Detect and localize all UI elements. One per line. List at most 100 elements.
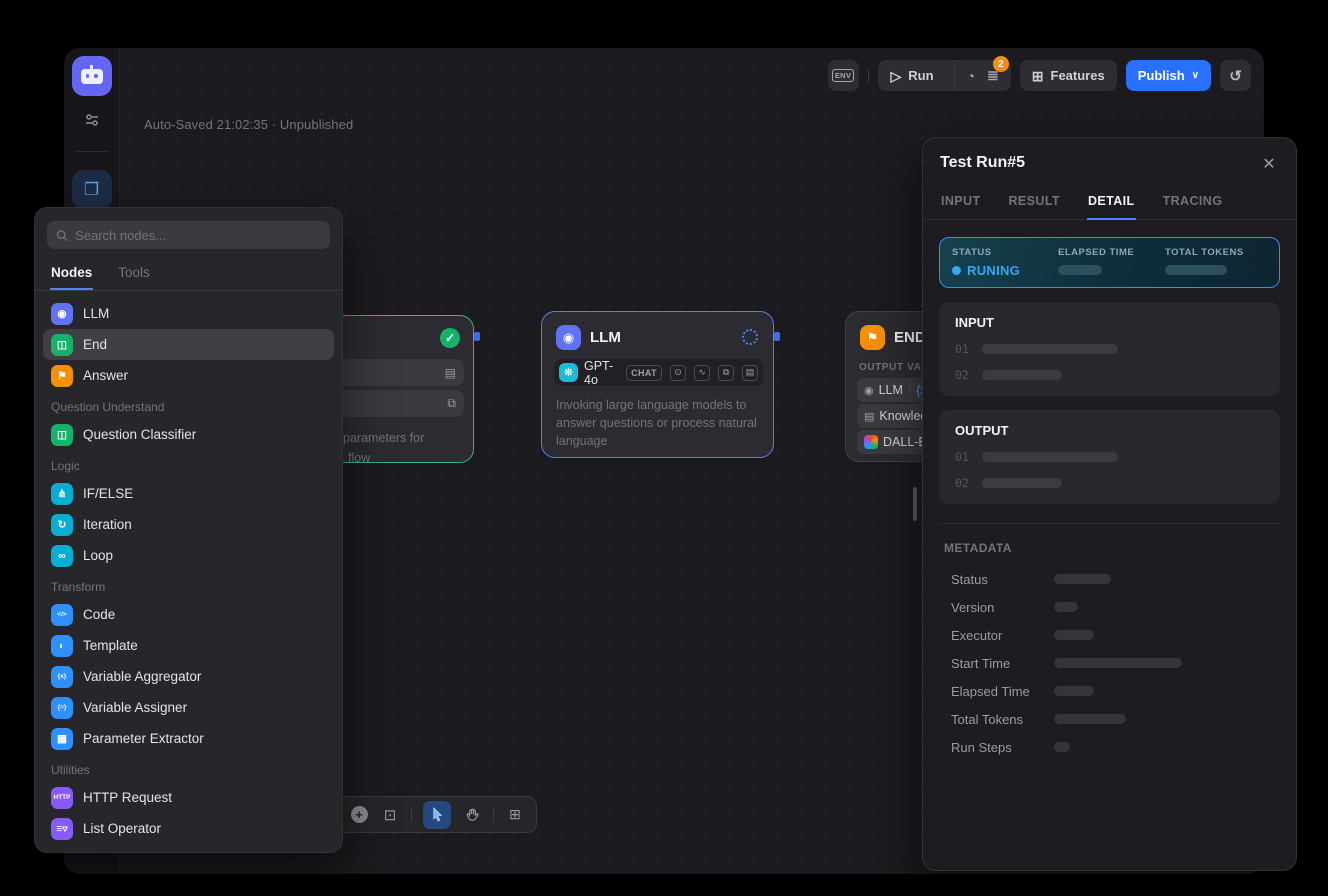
run-tab-detail[interactable]: DETAIL <box>1087 186 1136 220</box>
value-skeleton <box>982 370 1062 380</box>
node-item-label: End <box>83 337 107 352</box>
metadata-label: Status <box>951 572 1054 587</box>
run-button[interactable]: ▷ Run <box>878 60 947 91</box>
node-item-if-else[interactable]: ⋔IF/ELSE <box>43 478 334 509</box>
node-item-template[interactable]: ◐Template <box>43 630 334 661</box>
status-card: STATUS RUNING ELAPSED TIME TOTAL TOKENS <box>939 237 1280 288</box>
node-item-code[interactable]: </>Code <box>43 599 334 630</box>
node-item-label: Variable Assigner <box>83 700 187 715</box>
note-icon: ⊡ <box>384 806 397 824</box>
toolbar-divider <box>493 807 494 822</box>
elapsed-time-label: ELAPSED TIME <box>1058 247 1134 258</box>
llm-node-icon: ◉ <box>556 325 581 350</box>
image-badge-icon: ⧉ <box>718 365 734 381</box>
panel-resize-handle[interactable] <box>913 487 917 521</box>
add-node-button[interactable]: + <box>349 806 369 823</box>
workflow-settings-button[interactable] <box>84 112 100 133</box>
publish-button[interactable]: Publish ∨ <box>1126 60 1211 91</box>
close-icon: ✕ <box>1262 154 1275 174</box>
checklist-button[interactable]: ≣ 2 <box>987 68 999 83</box>
row-number: 02 <box>955 476 969 490</box>
node-item-loop[interactable]: ∞Loop <box>43 540 334 571</box>
window-icon: ❐ <box>84 180 99 200</box>
metadata-label: Total Tokens <box>951 712 1054 727</box>
node-item-end[interactable]: ◫End <box>43 329 334 360</box>
features-icon: ⊞ <box>1032 69 1044 83</box>
vision-badge-icon: ⊙ <box>670 365 686 381</box>
node-group-header: Utilities <box>43 754 334 782</box>
metadata-row: Total Tokens <box>939 705 1280 733</box>
metadata-label: Elapsed Time <box>951 684 1054 699</box>
output-card: OUTPUT 01 02 <box>939 410 1280 504</box>
run-tab-input[interactable]: INPUT <box>940 186 982 220</box>
metadata-value-skeleton <box>1054 686 1094 696</box>
node-search-input[interactable] <box>75 228 321 243</box>
run-tab-tracing[interactable]: TRACING <box>1162 186 1224 220</box>
metadata-value-skeleton <box>1054 742 1070 752</box>
sliders-icon <box>84 112 100 128</box>
node-item-http-request[interactable]: HTTPHTTP Request <box>43 782 334 813</box>
end-input-port[interactable] <box>774 332 780 341</box>
loop-icon: ∞ <box>51 545 73 567</box>
metadata-row: Start Time <box>939 649 1280 677</box>
node-item-iteration[interactable]: ↻Iteration <box>43 509 334 540</box>
output-title: OUTPUT <box>955 423 1264 438</box>
node-item-label: Parameter Extractor <box>83 731 204 746</box>
robot-icon <box>81 69 103 84</box>
run-tab-result[interactable]: RESULT <box>1008 186 1061 220</box>
metadata-title: METADATA <box>939 541 1280 555</box>
layout-grid-icon: ⊞ <box>509 806 521 823</box>
node-search-box[interactable] <box>47 221 330 249</box>
metadata-label: Start Time <box>951 656 1054 671</box>
add-note-button[interactable]: ⊡ <box>380 806 400 824</box>
chat-badge: CHAT <box>626 365 662 381</box>
node-item-variable-aggregator[interactable]: {x}Variable Aggregator <box>43 661 334 692</box>
variable-aggregator-icon: {x} <box>51 666 73 688</box>
node-item-llm[interactable]: ◉LLM <box>43 298 334 329</box>
input-card: INPUT 01 02 <box>939 302 1280 396</box>
node-item-label: HTTP Request <box>83 790 172 805</box>
node-item-question-classifier[interactable]: ◫Question Classifier <box>43 419 334 450</box>
tab-tools[interactable]: Tools <box>117 259 151 290</box>
model-selector[interactable]: ❋ GPT-4o CHAT ⊙ ∿ ⧉ ▤ <box>554 359 763 386</box>
node-item-label: Question Classifier <box>83 427 196 442</box>
list-operator-icon: ≡▿ <box>51 818 73 840</box>
model-name: GPT-4o <box>584 359 620 387</box>
running-dot-icon <box>952 266 961 275</box>
run-panel-title: Test Run#5 <box>940 154 1025 172</box>
publish-label: Publish <box>1138 68 1185 83</box>
end-node-title: END <box>894 329 926 346</box>
node-item-variable-assigner[interactable]: {=}Variable Assigner <box>43 692 334 723</box>
tab-nodes[interactable]: Nodes <box>50 259 93 290</box>
env-icon: ENV <box>832 69 854 82</box>
organize-blocks-button[interactable]: ⊞ <box>505 806 525 823</box>
env-button[interactable]: ENV <box>828 60 859 91</box>
row-number: 01 <box>955 342 969 356</box>
io-row: 02 <box>955 368 1264 382</box>
node-item-label: Iteration <box>83 517 132 532</box>
chevron-down-icon: ∨ <box>1192 70 1199 81</box>
version-history-button[interactable]: ↺ <box>1220 60 1251 91</box>
llm-input-port[interactable] <box>474 332 480 341</box>
node-item-parameter-extractor[interactable]: ▦Parameter Extractor <box>43 723 334 754</box>
copy-icon: ⧉ <box>447 396 456 411</box>
answer-icon: ⚑ <box>51 365 73 387</box>
total-tokens-label: TOTAL TOKENS <box>1165 247 1244 258</box>
input-title: INPUT <box>955 315 1264 330</box>
node-item-answer[interactable]: ⚑ Answer <box>43 360 334 391</box>
llm-node[interactable]: ◉ LLM ❋ GPT-4o CHAT ⊙ ∿ ⧉ ▤ Invoking lar… <box>541 311 774 458</box>
hand-mode-button[interactable] <box>462 807 482 822</box>
metadata-label: Executor <box>951 628 1054 643</box>
app-logo[interactable] <box>72 56 112 96</box>
node-item-label: Answer <box>83 368 128 383</box>
schedule-icon[interactable]: ◔ <box>967 69 975 83</box>
pointer-mode-button[interactable] <box>423 801 451 829</box>
if-else-icon: ⋔ <box>51 483 73 505</box>
io-row: 01 <box>955 450 1264 464</box>
app-preview-button[interactable]: ❐ <box>72 170 112 210</box>
features-button[interactable]: ⊞ Features <box>1020 60 1117 91</box>
io-row: 01 <box>955 342 1264 356</box>
plus-circle-icon: + <box>351 806 368 823</box>
close-button[interactable]: ✕ <box>1257 152 1281 176</box>
node-item-list-operator[interactable]: ≡▿List Operator <box>43 813 334 844</box>
